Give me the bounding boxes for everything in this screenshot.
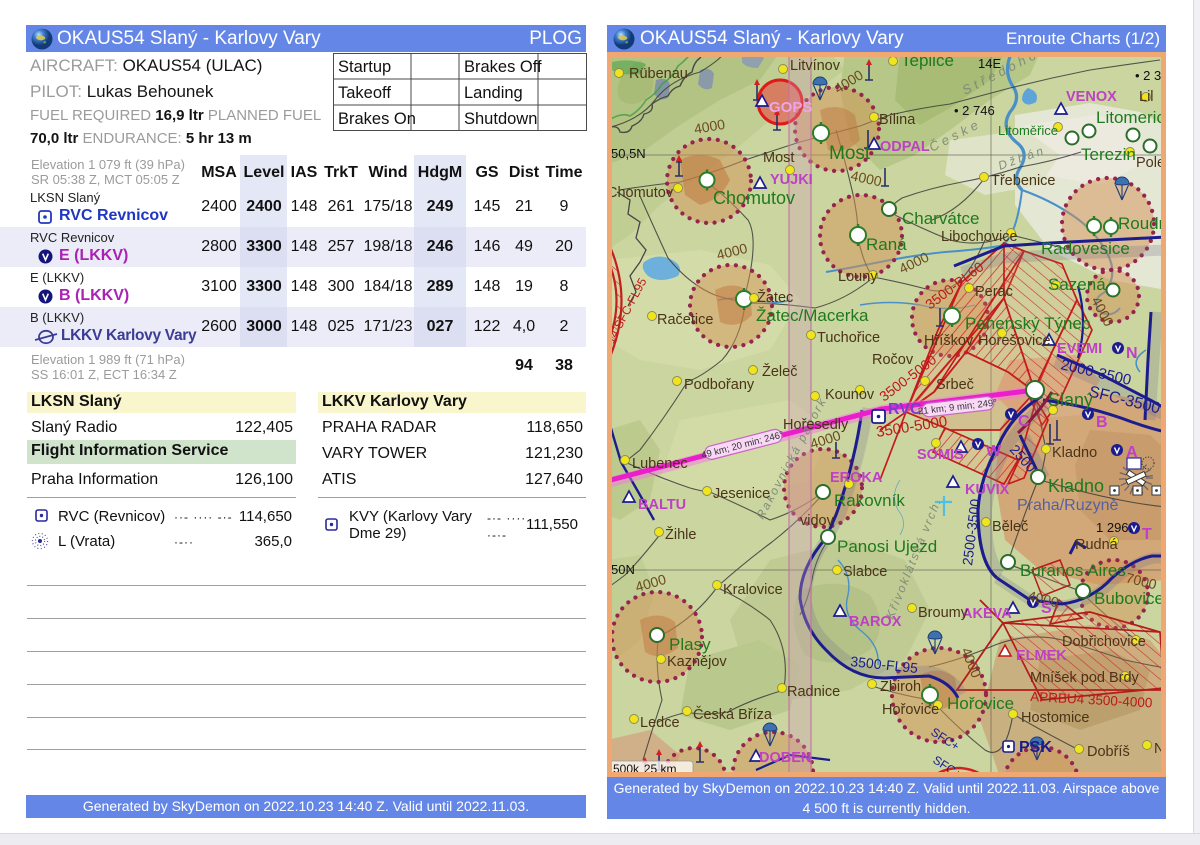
svg-text:RVC: RVC [888, 401, 922, 418]
svg-text:Charvátce: Charvátce [902, 209, 979, 228]
svg-text:Panenský Týnec: Panenský Týnec [965, 314, 1091, 333]
svg-text:Louny: Louny [838, 269, 878, 285]
svg-text:Roudn: Roudn [1118, 214, 1166, 233]
svg-text:Běleč: Běleč [992, 519, 1028, 535]
svg-text:ELMEK: ELMEK [1016, 648, 1067, 664]
svg-text:Bubovice: Bubovice [1094, 589, 1164, 608]
svg-text:BALTU: BALTU [638, 497, 686, 513]
svg-text:Dobříš: Dobříš [1087, 744, 1130, 760]
svg-text:Raná: Raná [866, 235, 907, 254]
svg-text:Dobřichovice: Dobřichovice [1062, 634, 1146, 650]
svg-text:SOMIS: SOMIS [917, 447, 964, 463]
svg-text:Česká Bříza: Česká Bříza [693, 706, 773, 723]
svg-text:• 2 746: • 2 746 [954, 103, 995, 118]
svg-text:Žatec/Macerka: Žatec/Macerka [756, 306, 869, 325]
svg-text:Kladno: Kladno [1048, 476, 1104, 496]
svg-text:EROKA: EROKA [830, 470, 883, 486]
svg-text:Hříškov: Hříškov [924, 333, 974, 349]
svg-text:Podbořany: Podbořany [684, 377, 755, 393]
svg-text:Kladno: Kladno [1052, 445, 1097, 461]
svg-text:Plasy: Plasy [669, 635, 711, 654]
svg-text:Perac: Perac [975, 284, 1013, 300]
svg-text:EVEMI: EVEMI [1057, 341, 1102, 357]
svg-text:Buranos Aires: Buranos Aires [1020, 561, 1126, 580]
svg-text:AKEVA: AKEVA [962, 606, 1012, 622]
svg-text:Zbiroh: Zbiroh [880, 679, 921, 695]
svg-text:BAROX: BAROX [849, 614, 902, 630]
svg-text:Hořesedly: Hořesedly [783, 417, 849, 433]
svg-text:KUVIX: KUVIX [965, 482, 1010, 498]
svg-text:VENOX: VENOX [1066, 89, 1117, 105]
svg-text:Kounov: Kounov [825, 387, 875, 403]
svg-text:A: A [1126, 444, 1138, 461]
svg-text:14E: 14E [978, 56, 1001, 71]
svg-text:Lubenec: Lubenec [632, 456, 688, 472]
svg-text:Hostomice: Hostomice [1021, 710, 1090, 726]
svg-text:ODPAL: ODPAL [880, 139, 930, 155]
svg-text:Lil: Lil [1139, 89, 1154, 105]
svg-text:Kralovice: Kralovice [723, 582, 783, 598]
svg-text:Bílina: Bílina [879, 112, 916, 128]
svg-text:Litvínov: Litvínov [790, 58, 841, 74]
svg-text:GOPS: GOPS [769, 99, 812, 116]
svg-text:PSK: PSK [1019, 739, 1052, 756]
svg-text:Panosi Ujezd: Panosi Ujezd [837, 537, 937, 556]
svg-text:Broumy: Broumy [918, 605, 969, 621]
svg-text:Hořovice: Hořovice [882, 702, 939, 718]
svg-text:Radnice: Radnice [787, 684, 840, 700]
svg-text:Chomutov: Chomutov [713, 188, 795, 208]
svg-text:Most: Most [763, 150, 794, 166]
svg-text:Chomutov: Chomutov [607, 185, 674, 201]
svg-text:1 296.: 1 296. [1096, 520, 1132, 535]
svg-text:vidov: vidov [800, 513, 835, 529]
svg-text:Tuchořice: Tuchořice [817, 330, 880, 346]
svg-text:B: B [1096, 414, 1108, 431]
svg-text:Mníšek pod Brdy: Mníšek pod Brdy [1030, 670, 1140, 686]
svg-text:Žatec: Žatec [757, 289, 793, 306]
svg-text:C: C [1018, 413, 1030, 430]
svg-text:Ročov: Ročov [872, 352, 914, 368]
svg-text:Litoměřice: Litoměřice [998, 123, 1058, 138]
svg-text:T: T [1142, 526, 1152, 543]
svg-text:Rübenau: Rübenau [629, 66, 688, 82]
svg-text:Ledce: Ledce [640, 715, 680, 731]
svg-text:Třebenice: Třebenice [991, 173, 1055, 189]
svg-text:N: N [1126, 345, 1138, 362]
svg-text:Slaný: Slaný [1048, 390, 1093, 410]
svg-text:50N: 50N [611, 562, 635, 577]
svg-text:Žihle: Žihle [665, 526, 696, 543]
svg-text:Jesenice: Jesenice [713, 486, 770, 502]
svg-text:S: S [1041, 600, 1052, 617]
svg-text:DOBEN: DOBEN [759, 750, 811, 766]
svg-text:Slabce: Slabce [843, 564, 887, 580]
svg-text:Radovesice: Radovesice [1041, 239, 1130, 258]
svg-text:Terezin: Terezin [1081, 145, 1136, 164]
svg-text:50,5N: 50,5N [611, 146, 646, 161]
svg-text:Litomeric: Litomeric [1096, 108, 1165, 127]
svg-text:W: W [986, 443, 1002, 460]
svg-text:Srbeč: Srbeč [936, 377, 974, 393]
svg-text:Sazená: Sazená [1048, 275, 1106, 294]
svg-text:Hořovice: Hořovice [947, 694, 1014, 713]
svg-text:YUJKI: YUJKI [770, 172, 813, 188]
svg-text:Praha/Ruzyně: Praha/Ruzyně [1017, 497, 1118, 514]
svg-text:Rudná: Rudná [1075, 537, 1119, 553]
svg-text:Libochovice: Libochovice [941, 229, 1018, 245]
svg-text:Račetice: Račetice [657, 312, 713, 328]
svg-text:Želeč: Želeč [762, 363, 797, 380]
svg-text:Horešovice: Horešovice [978, 333, 1051, 349]
svg-text:Rakovník: Rakovník [834, 491, 905, 510]
svg-text:Most: Most [829, 143, 871, 164]
svg-text:Kaznějov: Kaznějov [667, 654, 727, 670]
